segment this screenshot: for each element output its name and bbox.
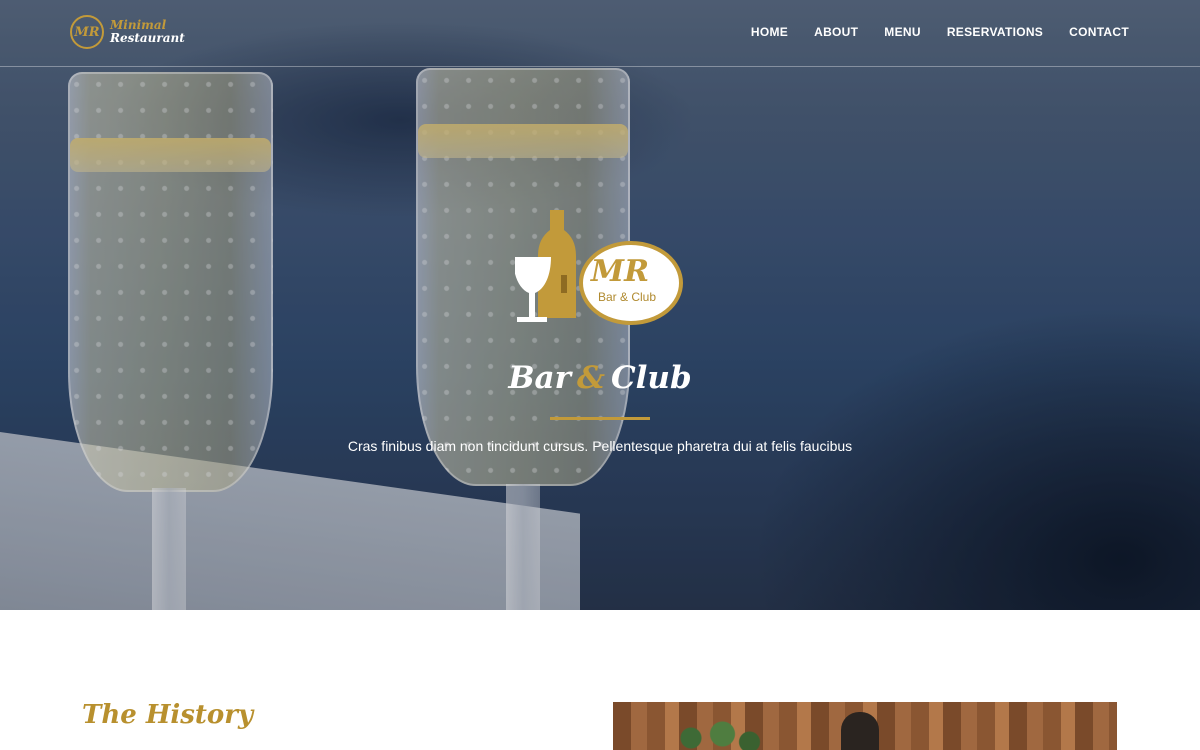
nav-link-reservations[interactable]: RESERVATIONS: [947, 25, 1043, 39]
hero-divider: [550, 417, 650, 420]
wine-glass-bottle-logo-icon: MR Bar & Club: [515, 210, 683, 325]
photo-person: [841, 712, 879, 750]
top-navbar: MR Minimal Restaurant HOME ABOUT MENU RE…: [0, 0, 1200, 67]
hero-title: Bar & Club: [0, 360, 1200, 396]
nav-link-menu[interactable]: MENU: [884, 25, 921, 39]
history-photo: [613, 702, 1117, 750]
hero-title-ampersand: &: [576, 360, 605, 396]
restaurant-monogram-icon: MR: [70, 15, 104, 49]
hero-title-part1: Bar: [508, 360, 571, 396]
nav-link-about[interactable]: ABOUT: [814, 25, 858, 39]
main-menu: HOME ABOUT MENU RESERVATIONS CONTACT: [725, 25, 1129, 39]
hero-tagline: Cras finibus diam non tincidunt cursus. …: [347, 438, 853, 454]
hero-logo-monogram: MR: [590, 254, 649, 289]
hero-section: MR Bar & Club Bar & Club Cras finibus diam…: [0, 0, 1200, 610]
history-heading: The History: [82, 700, 254, 730]
photo-plants: [673, 718, 763, 750]
brand-logo-link[interactable]: MR Minimal Restaurant: [70, 15, 185, 49]
nav-link-contact[interactable]: CONTACT: [1069, 25, 1129, 39]
brand-text: Minimal Restaurant: [110, 19, 185, 45]
hero-logo-subtitle: Bar & Club: [598, 290, 656, 304]
nav-link-home[interactable]: HOME: [751, 25, 788, 39]
hero-title-part2: Club: [610, 360, 692, 396]
brand-name-line2: Restaurant: [110, 31, 185, 45]
